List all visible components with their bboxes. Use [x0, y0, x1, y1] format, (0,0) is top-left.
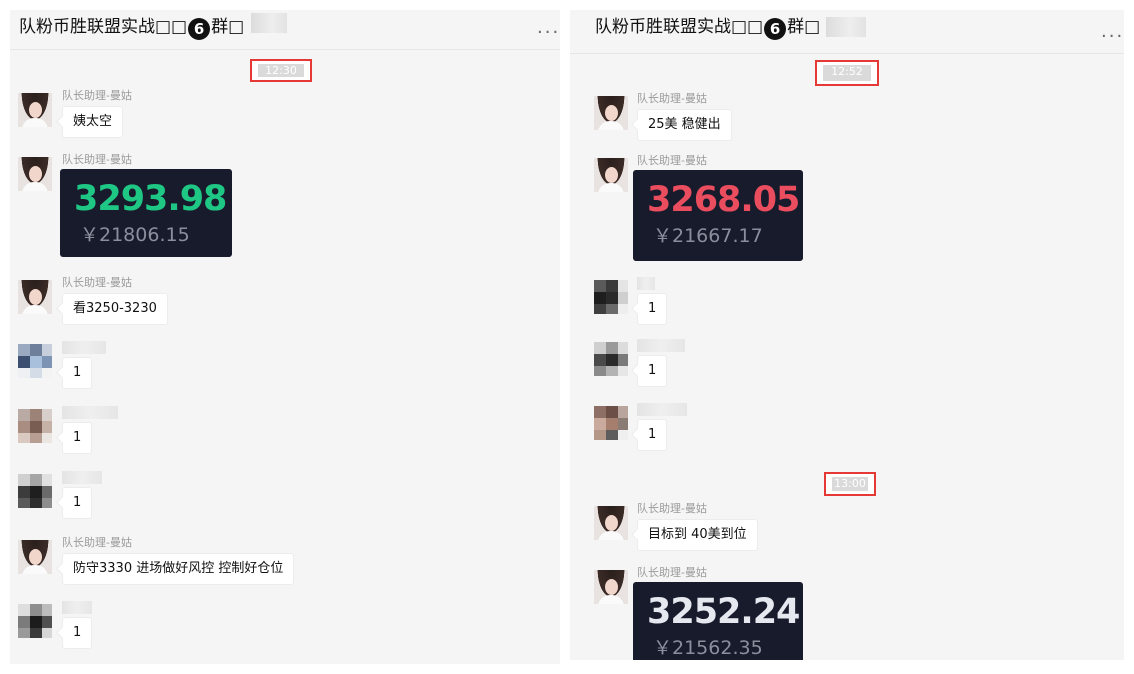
avatar-mosaic[interactable] — [594, 342, 628, 376]
sender-name: 队长助理-曼姑 — [637, 502, 707, 515]
chat-message: 队长助理-曼姑 3252.24 ￥21562.35 — [570, 566, 1124, 660]
chat-message: 1 — [570, 338, 1124, 392]
message-bubble[interactable]: 1 — [637, 355, 668, 387]
chat-message: 1 — [570, 402, 1124, 456]
avatar[interactable] — [18, 280, 52, 314]
sender-name: 队长助理-曼姑 — [637, 566, 707, 579]
avatar-mosaic[interactable] — [18, 474, 52, 508]
sender-name-mosaic — [637, 277, 655, 290]
sender-name: 队长助理-曼姑 — [637, 92, 707, 105]
price-value: 3252.24 — [647, 592, 800, 632]
message-bubble[interactable]: 1 — [62, 357, 93, 389]
chat-message: 1 — [10, 600, 560, 656]
chat-message: 1 — [10, 405, 560, 459]
chat-header: 队粉币胜联盟实战□□ 6 群□ ... — [10, 10, 560, 50]
title-mosaic-mask — [251, 13, 287, 33]
title-mosaic-mask — [826, 17, 866, 37]
avatar[interactable] — [594, 158, 628, 192]
avatar-mosaic[interactable] — [594, 406, 628, 440]
time-separator-highlighted: 12:30 — [250, 59, 312, 82]
price-value: 3293.98 — [74, 179, 227, 219]
sender-name-mosaic — [637, 403, 687, 416]
chat-window-right: 队粉币胜联盟实战□□ 6 群□ ... 12:52 队长助理-曼姑 25美 稳健出 … — [570, 10, 1124, 660]
chat-message: 队长助理-曼姑 姨太空 — [10, 89, 560, 143]
timestamp: 12:52 — [823, 65, 871, 81]
avatar[interactable] — [594, 506, 628, 540]
chat-message: 队长助理-曼姑 防守3330 进场做好风控 控制好仓位 — [10, 536, 560, 590]
chat-message: 队长助理-曼姑 25美 稳健出 — [570, 92, 1124, 146]
avatar-mosaic[interactable] — [18, 344, 52, 378]
avatar-mosaic[interactable] — [18, 604, 52, 638]
more-options-icon[interactable]: ... — [1101, 23, 1124, 41]
message-bubble[interactable]: 1 — [637, 293, 668, 325]
message-bubble[interactable]: 1 — [62, 617, 93, 649]
message-bubble[interactable]: 1 — [637, 419, 668, 451]
avatar[interactable] — [18, 93, 52, 127]
avatar-mosaic[interactable] — [18, 409, 52, 443]
sender-name: 队长助理-曼姑 — [62, 536, 132, 549]
time-separator-highlighted: 12:52 — [815, 60, 879, 86]
chat-title-prefix: 队粉币胜联盟实战□□ — [19, 17, 188, 37]
price-cny: ￥21806.15 — [80, 224, 190, 246]
chat-title-prefix: 队粉币胜联盟实战□□ — [595, 17, 764, 37]
message-bubble[interactable]: 防守3330 进场做好风控 控制好仓位 — [62, 553, 295, 585]
chat-message: 1 — [570, 276, 1124, 330]
chat-title: 队粉币胜联盟实战□□ 6 群□ — [19, 15, 244, 40]
chat-title-number-badge: 6 — [188, 18, 211, 40]
avatar[interactable] — [18, 540, 52, 574]
message-bubble[interactable]: 姨太空 — [62, 106, 124, 138]
more-options-icon[interactable]: ... — [537, 19, 560, 37]
chat-message: 队长助理-曼姑 3268.05 ￥21667.17 — [570, 154, 1124, 266]
avatar[interactable] — [594, 570, 628, 604]
sender-name-mosaic — [637, 339, 685, 352]
chat-header: 队粉币胜联盟实战□□ 6 群□ ... — [570, 10, 1124, 54]
price-value: 3268.05 — [647, 180, 800, 220]
avatar[interactable] — [594, 96, 628, 130]
sender-name-mosaic — [62, 601, 92, 614]
sender-name-mosaic — [62, 341, 106, 354]
price-image-card[interactable]: 3293.98 ￥21806.15 — [60, 169, 232, 257]
timestamp: 13:00 — [832, 477, 868, 491]
message-bubble[interactable]: 1 — [62, 487, 93, 519]
avatar[interactable] — [18, 157, 52, 191]
sender-name: 队长助理-曼姑 — [62, 276, 132, 289]
chat-message: 1 — [10, 340, 560, 394]
chat-message: 队长助理-曼姑 看3250-3230 — [10, 276, 560, 330]
chat-window-left: 队粉币胜联盟实战□□ 6 群□ ... 12:30 队长助理-曼姑 姨太空 队长助理… — [10, 10, 560, 664]
chat-title-number-badge: 6 — [764, 18, 787, 40]
sender-name: 队长助理-曼姑 — [62, 153, 132, 166]
price-cny: ￥21562.35 — [653, 637, 763, 659]
avatar-mosaic[interactable] — [594, 280, 628, 314]
message-bubble[interactable]: 25美 稳健出 — [637, 109, 732, 141]
chat-title-suffix: 群□ — [787, 17, 821, 37]
price-image-card[interactable]: 3252.24 ￥21562.35 — [633, 582, 803, 660]
sender-name-mosaic — [62, 406, 118, 419]
price-cny: ￥21667.17 — [653, 225, 763, 247]
message-bubble[interactable]: 1 — [62, 422, 93, 454]
sender-name-mosaic — [62, 471, 102, 484]
time-separator-highlighted: 13:00 — [824, 472, 876, 496]
sender-name: 队长助理-曼姑 — [62, 89, 132, 102]
chat-title-suffix: 群□ — [211, 17, 245, 37]
chat-message: 1 — [10, 470, 560, 524]
chat-message: 队长助理-曼姑 3293.98 ￥21806.15 — [10, 153, 560, 263]
price-image-card[interactable]: 3268.05 ￥21667.17 — [633, 170, 803, 261]
sender-name: 队长助理-曼姑 — [637, 154, 707, 167]
chat-message: 队长助理-曼姑 目标到 40美到位 — [570, 502, 1124, 556]
message-bubble[interactable]: 看3250-3230 — [62, 293, 168, 325]
timestamp: 12:30 — [258, 64, 304, 77]
chat-title: 队粉币胜联盟实战□□ 6 群□ — [595, 15, 820, 40]
message-bubble[interactable]: 目标到 40美到位 — [637, 519, 758, 551]
